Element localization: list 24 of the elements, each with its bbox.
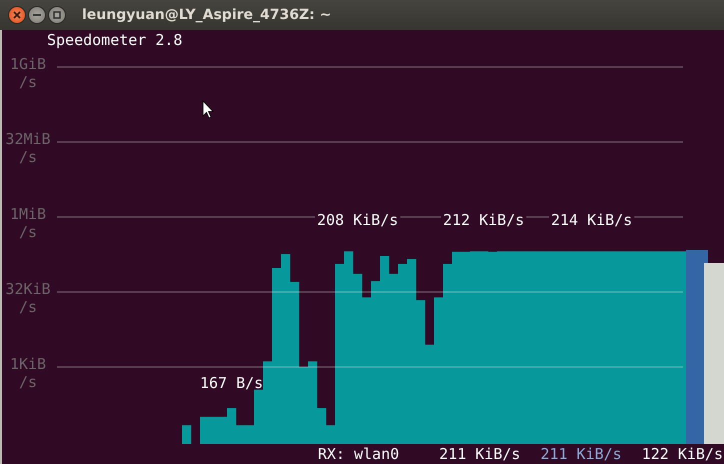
- traffic-bar: [200, 416, 210, 444]
- close-button[interactable]: [8, 6, 26, 24]
- traffic-bar: [182, 425, 192, 444]
- status-text: 211 KiB/s: [439, 444, 520, 464]
- axis-label: 32KiB /s: [5, 280, 51, 316]
- rate-label: 214 KiB/s: [551, 210, 632, 229]
- maximize-button[interactable]: [48, 6, 66, 24]
- close-icon: [13, 11, 21, 19]
- status-text: 211 KiB/s: [540, 444, 622, 464]
- minimize-button[interactable]: [28, 6, 46, 24]
- rate-label: 212 KiB/s: [443, 210, 524, 229]
- axis-label: 1GiB /s: [10, 55, 46, 91]
- window-title: leungyuan@LY_Aspire_4736Z: ~: [82, 7, 332, 23]
- rate-label: 208 KiB/s: [317, 210, 398, 229]
- minimize-icon: [33, 14, 41, 16]
- axis-label: 1MiB /s: [10, 205, 46, 241]
- axis-label: 32MiB /s: [5, 130, 51, 166]
- status-text: RX: wlan0: [318, 444, 400, 464]
- axis-label: 1KiB /s: [10, 355, 46, 391]
- maximize-icon: [53, 11, 61, 19]
- program-title: Speedometer 2.8: [47, 31, 182, 49]
- rate-label: 167 B/s: [200, 374, 264, 392]
- cursor-icon: [202, 100, 214, 119]
- status-text: 122 KiB/s: [642, 444, 723, 464]
